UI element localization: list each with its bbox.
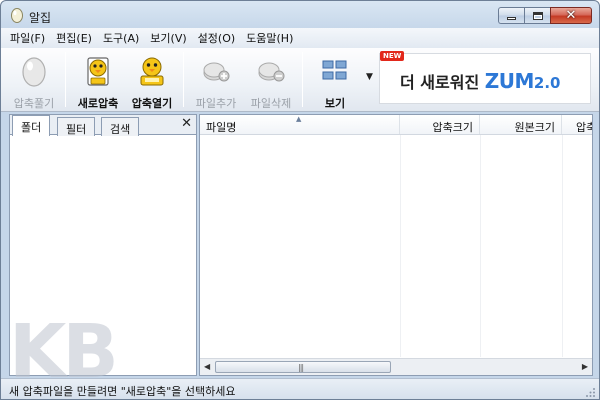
column-guide xyxy=(480,135,481,357)
delete-file-label: 파일삭제 xyxy=(250,97,292,110)
column-guide xyxy=(562,135,563,357)
menu-bar: 파일(F) 편집(E) 도구(A) 보기(V) 설정(O) 도움말(H) xyxy=(1,28,599,48)
column-guide xyxy=(400,135,401,357)
close-icon: ✕ xyxy=(565,8,577,23)
tab-search[interactable]: 검색 xyxy=(101,117,140,136)
menu-help[interactable]: 도움말(H) xyxy=(246,30,293,46)
zum-banner[interactable]: NEW 더 새로워진 ZUM2.0 xyxy=(379,51,591,104)
minimize-icon xyxy=(507,17,516,20)
new-archive-button[interactable]: 새로압축 xyxy=(71,52,125,110)
title-bar[interactable]: 알집 ✕ xyxy=(1,1,599,29)
minimize-button[interactable] xyxy=(498,7,524,24)
toolbar-separator xyxy=(302,52,303,107)
view-button[interactable]: 보기 xyxy=(308,52,362,110)
column-original-size[interactable]: 원본크기 xyxy=(480,115,562,134)
file-list: 파일명 ▲ 압축크기 원본크기 압축 ◀ ||| ▶ xyxy=(199,114,593,376)
horizontal-scrollbar[interactable]: ◀ ||| ▶ xyxy=(200,358,592,375)
pane-close-icon[interactable]: ✕ xyxy=(181,116,192,131)
open-archive-label: 압축열기 xyxy=(131,97,173,110)
scroll-left-icon[interactable]: ◀ xyxy=(204,362,210,371)
window-controls: ✕ xyxy=(498,7,592,24)
delete-file-button[interactable]: 파일삭제 xyxy=(244,52,298,110)
banner-version: 2.0 xyxy=(533,74,561,92)
delete-file-icon xyxy=(258,62,285,82)
new-badge: NEW xyxy=(380,51,405,61)
column-compression-ratio[interactable]: 압축 xyxy=(562,115,592,134)
add-file-button[interactable]: 파일추가 xyxy=(189,52,243,110)
resize-grip-icon[interactable] xyxy=(586,388,596,398)
banner-brand: ZUM xyxy=(484,69,535,93)
open-archive-chick-icon xyxy=(140,57,164,86)
view-grid-icon xyxy=(322,60,347,80)
maximize-button[interactable] xyxy=(524,7,550,24)
toolbar-separator xyxy=(65,52,66,107)
open-archive-button[interactable]: 압축열기 xyxy=(125,52,179,110)
extract-button[interactable]: 압축풀기 xyxy=(7,52,61,110)
banner-text-prefix: 더 새로워진 xyxy=(400,73,485,92)
alzip-egg-icon xyxy=(11,8,23,23)
scroll-right-icon[interactable]: ▶ xyxy=(582,362,588,371)
folder-pane-tabs: 폴더 필터 검색 ✕ xyxy=(10,115,196,136)
add-file-label: 파일추가 xyxy=(195,97,237,110)
app-window: 알집 ✕ 파일(F) 편집(E) 도구(A) 보기(V) 설정(O) 도움말(H… xyxy=(0,0,600,400)
new-archive-chick-icon xyxy=(87,57,109,86)
status-bar: 새 압축파일을 만들려면 "새로압축"을 선택하세요 xyxy=(1,378,599,399)
view-label: 보기 xyxy=(324,97,346,110)
file-list-header: 파일명 ▲ 압축크기 원본크기 압축 xyxy=(200,115,592,135)
menu-tools[interactable]: 도구(A) xyxy=(103,30,139,46)
folder-pane: 폴더 필터 검색 ✕ xyxy=(9,114,197,376)
menu-settings[interactable]: 설정(O) xyxy=(198,30,235,46)
scroll-grip-icon: ||| xyxy=(298,363,304,372)
new-archive-label: 새로압축 xyxy=(77,97,119,110)
menu-file[interactable]: 파일(F) xyxy=(10,30,45,46)
egg-icon xyxy=(22,57,46,87)
scroll-thumb[interactable]: ||| xyxy=(215,361,391,373)
sort-ascending-icon: ▲ xyxy=(296,115,302,123)
window-title: 알집 xyxy=(29,11,52,25)
menu-edit[interactable]: 편집(E) xyxy=(56,30,92,46)
maximize-icon xyxy=(532,11,543,20)
tab-folder[interactable]: 폴더 xyxy=(12,115,51,136)
banner-text: 더 새로워진 ZUM2.0 xyxy=(400,69,560,93)
tab-filter[interactable]: 필터 xyxy=(57,117,96,136)
add-file-icon xyxy=(203,62,230,82)
toolbar-separator xyxy=(183,52,184,107)
extract-label: 압축풀기 xyxy=(13,97,55,110)
close-button[interactable]: ✕ xyxy=(550,7,592,24)
menu-view[interactable]: 보기(V) xyxy=(150,30,186,46)
view-dropdown-arrow-icon[interactable]: ▼ xyxy=(366,72,373,82)
status-text: 새 압축파일을 만들려면 "새로압축"을 선택하세요 xyxy=(9,385,236,398)
toolbar: 압축풀기 새로압축 압축열기 파일추가 파일삭제 보기 ▼ NEW 더 새로워진… xyxy=(1,48,599,112)
column-compressed-size[interactable]: 압축크기 xyxy=(400,115,480,134)
